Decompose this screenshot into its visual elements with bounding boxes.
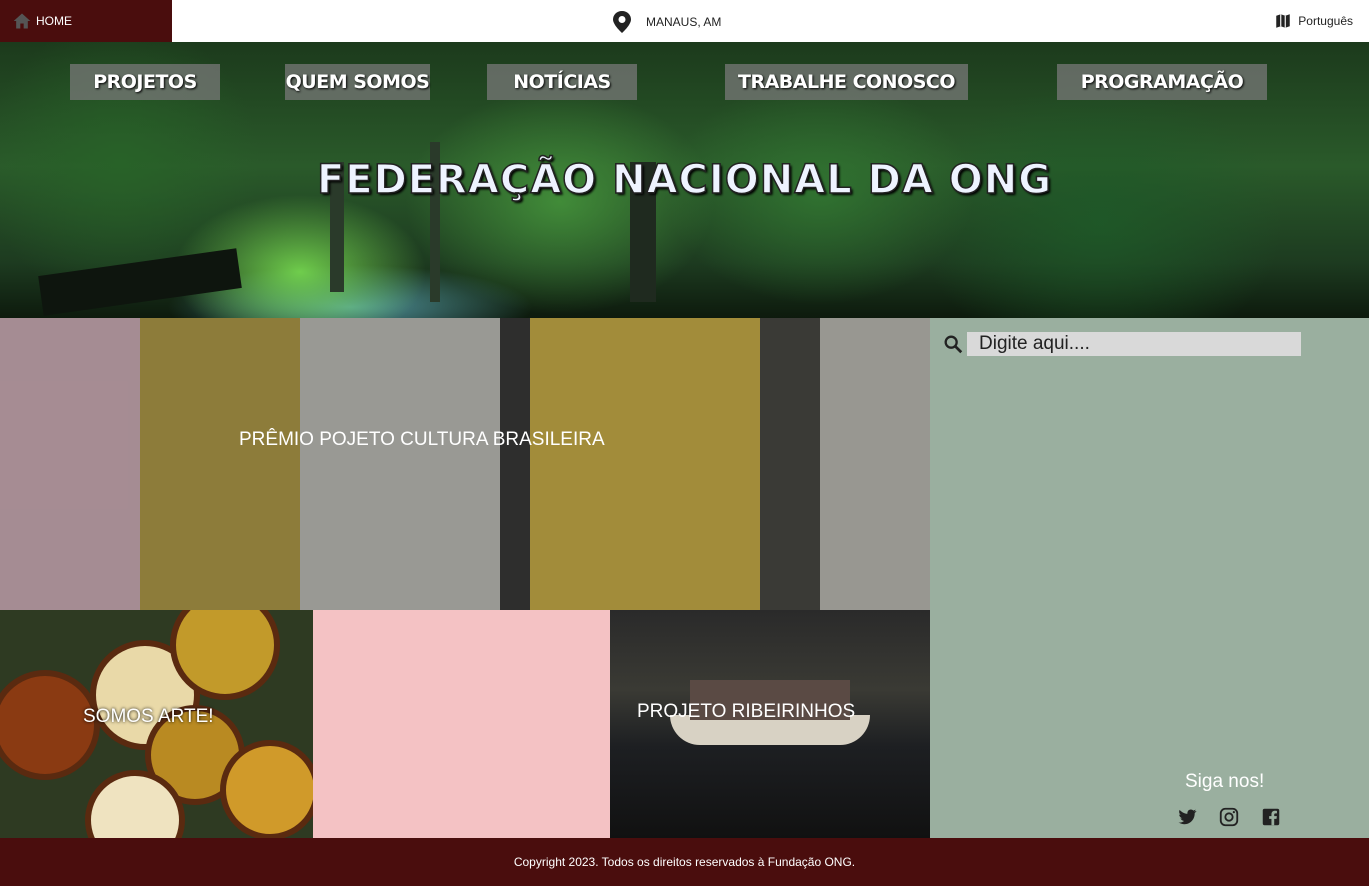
tile-overlay bbox=[0, 318, 930, 610]
nav-quem-somos[interactable]: QUEM SOMOS bbox=[285, 64, 430, 100]
nav-noticias[interactable]: NOTÍCIAS bbox=[487, 64, 637, 100]
tile-projeto-ribeirinhos[interactable]: PROJETO RIBEIRINHOS bbox=[610, 610, 930, 838]
home-link[interactable]: HOME bbox=[0, 0, 172, 42]
hero-banner: PROJETOS QUEM SOMOS NOTÍCIAS TRABALHE CO… bbox=[0, 42, 1369, 318]
search-input[interactable] bbox=[967, 332, 1301, 356]
location: MANAUS, AM bbox=[612, 10, 721, 34]
footer: Copyright 2023. Todos os direitos reserv… bbox=[0, 838, 1369, 886]
tile-title: PROJETO RIBEIRINHOS bbox=[637, 701, 856, 722]
map-pin-icon bbox=[613, 11, 631, 33]
sidebar: Siga nos! bbox=[930, 318, 1369, 838]
follow-label: Siga nos! bbox=[1185, 771, 1265, 792]
home-icon bbox=[13, 13, 31, 29]
language-selector[interactable]: Português bbox=[1274, 12, 1353, 30]
location-label: MANAUS, AM bbox=[646, 15, 722, 29]
twitter-icon[interactable] bbox=[1176, 806, 1198, 828]
copyright-text: Copyright 2023. Todos os direitos reserv… bbox=[513, 855, 856, 869]
facebook-icon[interactable] bbox=[1260, 806, 1282, 828]
hero-log bbox=[38, 248, 242, 316]
top-bar: HOME MANAUS, AM Português bbox=[0, 0, 1369, 42]
tile-cultura-brasileira[interactable]: PRÊMIO POJETO CULTURA BRASILEIRA bbox=[0, 318, 930, 610]
language-label: Português bbox=[1298, 14, 1353, 28]
search-icon[interactable] bbox=[942, 333, 964, 355]
tile-title: SOMOS ARTE! bbox=[83, 706, 214, 727]
nav-projetos[interactable]: PROJETOS bbox=[70, 64, 220, 100]
instagram-icon[interactable] bbox=[1218, 806, 1240, 828]
tile-title: PRÊMIO POJETO CULTURA BRASILEIRA bbox=[239, 429, 605, 450]
nav-programacao[interactable]: PROGRAMAÇÃO bbox=[1057, 64, 1267, 100]
tile-empty bbox=[313, 610, 610, 838]
tile-somos-arte[interactable]: SOMOS ARTE! bbox=[0, 610, 313, 838]
basket-image bbox=[220, 740, 313, 838]
hero-title: FEDERAÇÃO NACIONAL DA ONG bbox=[316, 156, 1053, 204]
map-icon bbox=[1276, 14, 1291, 28]
home-label: HOME bbox=[36, 14, 72, 28]
nav-trabalhe-conosco[interactable]: TRABALHE CONOSCO bbox=[725, 64, 968, 100]
